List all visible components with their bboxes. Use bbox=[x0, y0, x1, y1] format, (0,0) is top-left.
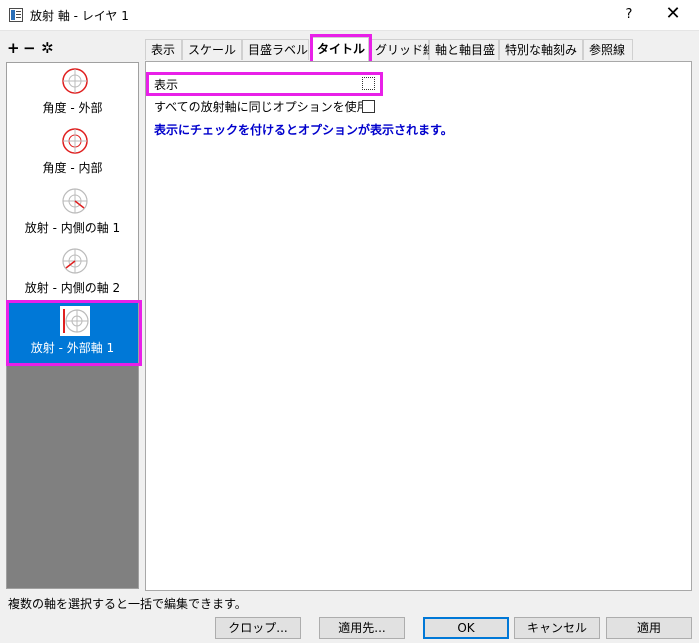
title-tab-panel: 表示 すべての放射軸に同じオプションを使用 表示にチェックを付けるとオプションが… bbox=[145, 61, 692, 591]
radial-outer-axis-icon bbox=[60, 306, 90, 336]
tab-special-ticks[interactable]: 特別な軸刻み bbox=[499, 39, 583, 60]
hint-text: 表示にチェックを付けるとオプションが表示されます。 bbox=[154, 123, 453, 137]
tab-tick-labels[interactable]: 目盛ラベル bbox=[242, 39, 309, 60]
axis-item-radial-outer-1[interactable]: 放射 - 外部軸 1 bbox=[7, 303, 138, 363]
angular-inner-axis-icon bbox=[62, 128, 88, 154]
axis-item-label: 放射 - 外部軸 1 bbox=[30, 341, 115, 355]
radial-inner-axis-icon bbox=[62, 248, 88, 274]
tab-title[interactable]: タイトル bbox=[311, 37, 369, 61]
title-bar: 放射 軸 - レイヤ 1 ? ✕ bbox=[0, 0, 699, 31]
axis-item-angular-inner[interactable]: 角度 - 内部 bbox=[7, 123, 138, 183]
close-button[interactable]: ✕ bbox=[653, 3, 693, 27]
tab-reference-lines[interactable]: 参照線 bbox=[583, 39, 633, 60]
status-text: 複数の軸を選択すると一括で編集できます。 bbox=[8, 597, 247, 611]
axis-item-radial-inner-2[interactable]: 放射 - 内側の軸 2 bbox=[7, 243, 138, 303]
gear-icon[interactable]: ✲ bbox=[41, 40, 54, 56]
tab-display[interactable]: 表示 bbox=[145, 39, 182, 60]
apply-button[interactable]: 適用 bbox=[606, 617, 692, 639]
cancel-button[interactable]: キャンセル bbox=[514, 617, 600, 639]
same-option-checkbox[interactable] bbox=[362, 100, 375, 113]
axis-item-label: 放射 - 内側の軸 2 bbox=[24, 281, 121, 295]
same-option-label: すべての放射軸に同じオプションを使用 bbox=[154, 100, 369, 114]
radial-inner-axis-icon bbox=[62, 188, 88, 214]
axis-item-label: 角度 - 外部 bbox=[42, 101, 103, 115]
crop-button[interactable]: クロップ... bbox=[215, 617, 301, 639]
axis-item-angular-outer[interactable]: 角度 - 外部 bbox=[7, 63, 138, 123]
tab-scale[interactable]: スケール bbox=[182, 39, 242, 60]
show-checkbox[interactable] bbox=[362, 77, 375, 90]
help-button[interactable]: ? bbox=[617, 5, 641, 25]
app-window-icon bbox=[9, 8, 23, 22]
tab-grid-lines[interactable]: グリッド線 bbox=[369, 39, 435, 60]
remove-icon[interactable]: − bbox=[23, 40, 36, 56]
apply-to-button[interactable]: 適用先... bbox=[319, 617, 405, 639]
window-title: 放射 軸 - レイヤ 1 bbox=[30, 9, 129, 23]
tab-axis-and-ticks[interactable]: 軸と軸目盛 bbox=[429, 39, 499, 60]
ok-button[interactable]: OK bbox=[423, 617, 509, 639]
angular-outer-axis-icon bbox=[62, 68, 88, 94]
axis-item-label: 放射 - 内側の軸 1 bbox=[24, 221, 121, 235]
axis-list-panel: 角度 - 外部 角度 - 内部 放射 - 内側の軸 1 放射 - 内側の軸 2 bbox=[6, 62, 139, 589]
show-label: 表示 bbox=[154, 78, 179, 92]
add-icon[interactable]: + bbox=[7, 40, 20, 56]
axis-item-radial-inner-1[interactable]: 放射 - 内側の軸 1 bbox=[7, 183, 138, 243]
axis-item-label: 角度 - 内部 bbox=[42, 161, 103, 175]
